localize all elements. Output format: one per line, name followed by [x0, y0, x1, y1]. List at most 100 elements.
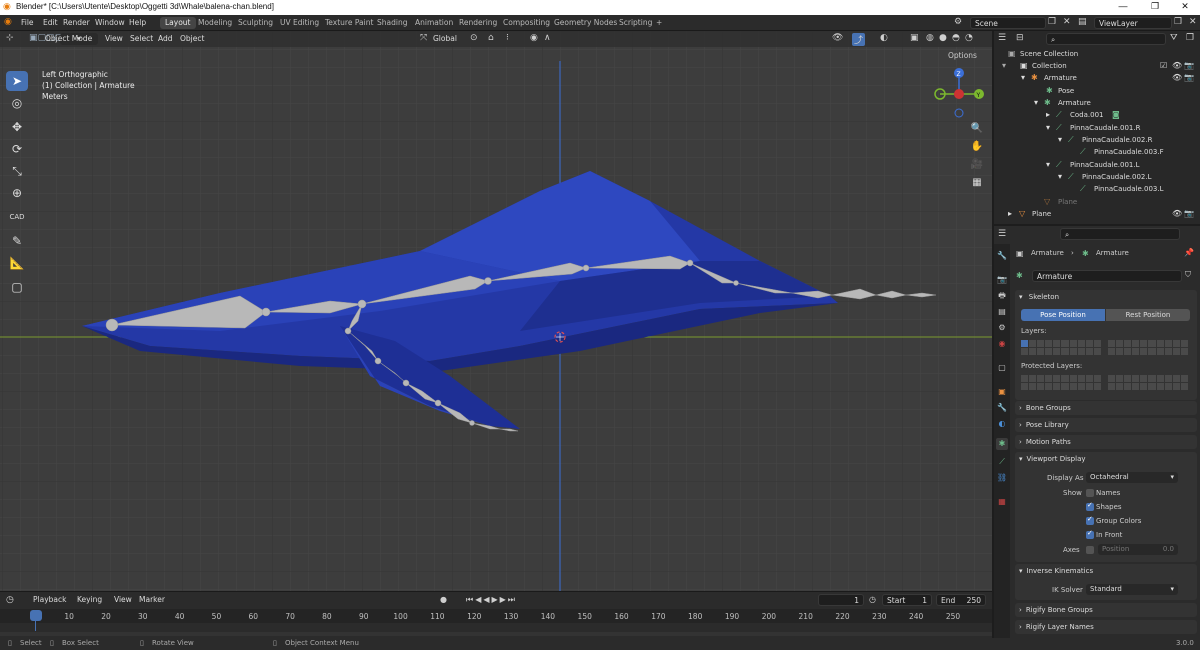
zoom-icon[interactable]: 🔍: [969, 121, 985, 137]
shapes-checkbox[interactable]: [1086, 501, 1094, 511]
tab-modeling[interactable]: Modeling: [193, 17, 237, 29]
tab-output-icon[interactable]: 🖶: [996, 290, 1008, 302]
tab-modifiers-icon[interactable]: 🔧: [996, 402, 1008, 414]
axes-checkbox[interactable]: [1086, 546, 1094, 554]
end-frame-field[interactable]: End 250: [936, 594, 986, 606]
expand-arrow-icon[interactable]: ▾: [1046, 123, 1050, 132]
copy-scene-icon[interactable]: ❐: [1048, 17, 1056, 27]
tab-collection-icon[interactable]: ▢: [996, 362, 1008, 374]
xray-icon[interactable]: ▣: [910, 33, 919, 43]
tab-geometry-nodes[interactable]: Geometry Nodes: [549, 17, 622, 29]
new-collection-icon[interactable]: ❐: [1186, 33, 1194, 43]
menu-window[interactable]: Window: [95, 18, 125, 27]
material-shading-icon[interactable]: ◓: [952, 33, 960, 43]
outliner-row-plane[interactable]: ▸ ▽ Plane 👁 📷: [994, 209, 1200, 221]
tab-rendering[interactable]: Rendering: [454, 17, 502, 29]
visibility-eye-icon[interactable]: 👁: [1172, 61, 1182, 70]
rendered-shading-icon[interactable]: ◔: [965, 33, 973, 43]
preview-range-icon[interactable]: ◷: [869, 595, 876, 604]
outliner-row-bone[interactable]: ▾ ⟋ PinnaCaudale.001.R: [994, 123, 1200, 135]
outliner-row-bone[interactable]: ▾ ⟋ PinnaCaudale.001.L: [994, 160, 1200, 172]
tab-texture-paint[interactable]: Texture Paint: [320, 17, 378, 29]
outliner-row-bone[interactable]: ▾ ⟋ PinnaCaudale.002.L: [994, 172, 1200, 184]
menu-view[interactable]: View: [105, 34, 123, 43]
outliner-row-bone[interactable]: ▾ ⟋ PinnaCaudale.002.R: [994, 135, 1200, 147]
outliner-row-armature-data[interactable]: ▾ ✱ Armature: [994, 98, 1200, 110]
editor-type-icon[interactable]: ⊹: [6, 33, 14, 43]
orientation-dropdown[interactable]: Global: [433, 34, 457, 43]
3d-viewport[interactable]: Z Y Left Orthographic (1) Collection | A…: [0, 31, 992, 591]
expand-arrow-icon[interactable]: ▸: [1046, 110, 1050, 119]
motion-paths-panel-header[interactable]: › Motion Paths: [1016, 435, 1196, 449]
axes-position-field[interactable]: Position 0.0: [1098, 544, 1178, 555]
menu-file[interactable]: File: [21, 18, 34, 27]
scene-icon[interactable]: ⚙: [954, 17, 962, 27]
menu-add[interactable]: Add: [158, 34, 173, 43]
overlay-toggle-icon[interactable]: ◐: [880, 33, 888, 43]
display-as-dropdown[interactable]: Octahedral ▾: [1086, 472, 1178, 483]
in-front-checkbox[interactable]: [1086, 529, 1094, 539]
tab-scene-icon[interactable]: ⚙: [996, 322, 1008, 334]
render-camera-icon[interactable]: 📷: [1184, 209, 1194, 218]
cursor-tool-icon[interactable]: ◎: [6, 93, 28, 113]
viewport-display-panel-header[interactable]: ▾ Viewport Display: [1016, 452, 1196, 466]
skeleton-panel-header[interactable]: ▾ Skeleton: [1016, 290, 1196, 304]
timeline-editor-icon[interactable]: ◷: [6, 595, 14, 605]
menu-object[interactable]: Object: [180, 34, 204, 43]
protected-layers-grid-b[interactable]: [1108, 375, 1188, 390]
measure-tool-icon[interactable]: 📐: [6, 253, 28, 273]
breadcrumb-object[interactable]: Armature: [1031, 249, 1064, 257]
outliner-row-bone[interactable]: ⟋ PinnaCaudale.003.F: [994, 147, 1200, 159]
solid-shading-icon[interactable]: ●: [939, 33, 947, 43]
layers-grid-a[interactable]: [1021, 340, 1101, 355]
outliner-row-armature-object[interactable]: ▾ ✱ Armature 👁 📷: [994, 73, 1200, 85]
pose-position-button[interactable]: Pose Position: [1021, 309, 1105, 321]
copy-view-layer-icon[interactable]: ❐: [1174, 17, 1182, 27]
outliner-row-bone[interactable]: ▸ ⟋ Coda.001 ◙: [994, 110, 1200, 122]
menu-playback[interactable]: Playback: [33, 595, 66, 604]
protected-layers-grid-a[interactable]: [1021, 375, 1101, 390]
rotate-tool-icon[interactable]: ⟳: [6, 139, 28, 159]
menu-select[interactable]: Select: [130, 34, 153, 43]
render-camera-icon[interactable]: 📷: [1184, 73, 1194, 82]
proportional-edit-icon[interactable]: ◉: [530, 33, 538, 43]
record-icon[interactable]: ●: [440, 595, 447, 604]
render-camera-icon[interactable]: 📷: [1184, 61, 1194, 70]
remove-scene-icon[interactable]: ✕: [1063, 17, 1071, 27]
pivot-icon[interactable]: ⊙: [470, 33, 478, 43]
tab-sculpting[interactable]: Sculpting: [233, 17, 278, 29]
pose-library-panel-header[interactable]: › Pose Library: [1016, 418, 1196, 432]
ortho-grid-icon[interactable]: ▦: [969, 175, 985, 191]
tab-render-icon[interactable]: 📷: [996, 274, 1008, 286]
gizmo-toggle-icon[interactable]: ⤴: [852, 33, 866, 46]
add-workspace-button[interactable]: +: [651, 17, 667, 29]
outliner-row-collection[interactable]: ▾ ▣ Collection ☑ 👁 📷: [994, 61, 1200, 73]
orientation-icon[interactable]: ⤧: [420, 33, 427, 43]
menu-view-timeline[interactable]: View: [114, 595, 132, 604]
display-mode-icon[interactable]: ⊟: [1016, 33, 1024, 43]
menu-render[interactable]: Render: [63, 18, 90, 27]
camera-icon[interactable]: 🎥: [969, 157, 985, 173]
properties-search-input[interactable]: ⌕: [1060, 228, 1180, 240]
filter-icon[interactable]: ⛛: [1170, 33, 1178, 43]
fake-user-shield-icon[interactable]: ⛉: [1185, 270, 1191, 280]
annotate-tool-icon[interactable]: ✎: [6, 231, 28, 251]
view-layer-icon[interactable]: ▤: [1078, 17, 1087, 27]
outliner-row-bone[interactable]: ⟋ PinnaCaudale.003.L: [994, 184, 1200, 196]
tab-layout[interactable]: Layout: [160, 17, 196, 29]
expand-arrow-icon[interactable]: ▾: [1058, 135, 1062, 144]
select-box-tool-icon[interactable]: ➤: [6, 71, 28, 91]
options-dropdown[interactable]: Options: [948, 51, 977, 60]
transform-tool-icon[interactable]: ⊕: [6, 183, 28, 203]
tab-uv-editing[interactable]: UV Editing: [275, 17, 324, 29]
outliner-editor-icon[interactable]: ☰: [998, 33, 1006, 43]
tab-compositing[interactable]: Compositing: [498, 17, 555, 29]
menu-keying[interactable]: Keying: [77, 595, 102, 604]
snap-icon[interactable]: ⌂: [488, 33, 494, 43]
view-layer-selector[interactable]: ViewLayer: [1094, 17, 1172, 29]
playback-controls-icon[interactable]: ⏮◀◀▶▶⏭: [466, 595, 517, 605]
inverse-kinematics-panel-header[interactable]: ▾ Inverse Kinematics: [1016, 564, 1196, 578]
ik-solver-dropdown[interactable]: Standard ▾: [1086, 584, 1178, 595]
tab-bone-icon[interactable]: ⟋: [996, 456, 1008, 468]
object-mode-dropdown[interactable]: Object Mode: [45, 34, 92, 43]
